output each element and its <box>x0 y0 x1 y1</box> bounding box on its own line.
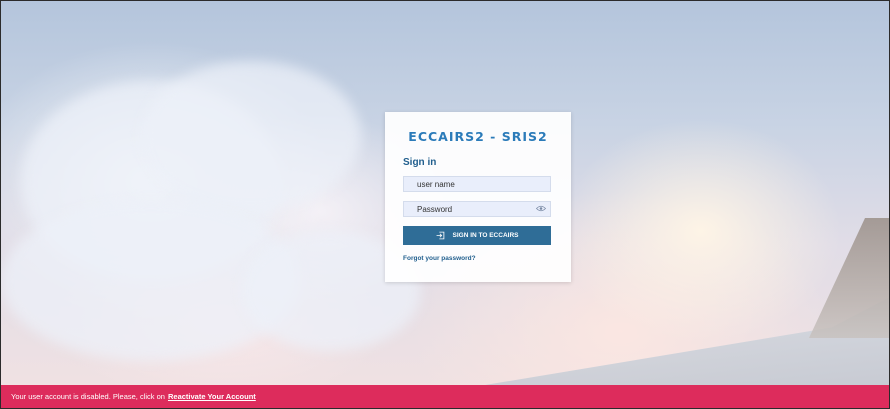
sign-in-button-label: SIGN IN TO ECCAIRS <box>452 232 519 239</box>
login-icon <box>436 231 444 240</box>
login-card: ECCAIRS2 - SRIS2 Sign in SIGN IN TO ECCA… <box>385 112 571 282</box>
account-disabled-alert: Your user account is disabled. Please, c… <box>1 385 889 408</box>
sign-in-button[interactable]: SIGN IN TO ECCAIRS <box>403 226 551 245</box>
username-field[interactable] <box>403 176 551 192</box>
alert-message: Your user account is disabled. Please, c… <box>11 392 165 401</box>
sign-in-heading: Sign in <box>403 157 437 168</box>
app-frame: ECCAIRS2 - SRIS2 Sign in SIGN IN TO ECCA… <box>0 0 890 409</box>
forgot-password-link[interactable]: Forgot your password? <box>403 255 476 262</box>
eye-icon[interactable] <box>536 205 546 212</box>
brand-logo: ECCAIRS2 - SRIS2 <box>408 129 548 144</box>
username-input[interactable] <box>417 177 527 191</box>
password-field[interactable] <box>403 201 551 217</box>
reactivate-account-link[interactable]: Reactivate Your Account <box>168 392 256 401</box>
password-input[interactable] <box>417 202 527 216</box>
airplane-winglet-image <box>809 218 889 338</box>
